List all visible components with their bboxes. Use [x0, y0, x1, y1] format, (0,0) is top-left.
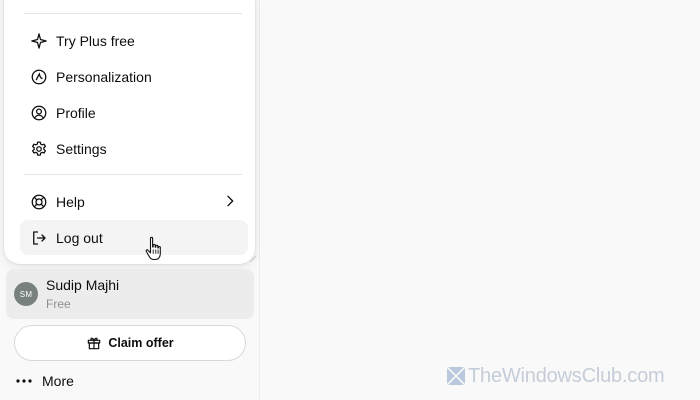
- watermark-text: TheWindowsClub.com: [468, 364, 665, 387]
- user-name: Sudip Majhi: [46, 277, 120, 293]
- avatar: SM: [14, 282, 38, 306]
- menu-item-label: Log out: [56, 229, 103, 246]
- lifebuoy-icon: [29, 192, 49, 212]
- user-plan: Free: [46, 297, 71, 311]
- menu-divider-bottom: [24, 174, 242, 175]
- menu-item-personalization[interactable]: Personalization: [20, 59, 248, 94]
- windows-club-logo-icon: [446, 366, 466, 386]
- menu-item-label: Profile: [56, 104, 96, 121]
- more-button[interactable]: More: [14, 370, 74, 392]
- more-label: More: [42, 373, 74, 389]
- menu-item-label: Try Plus free: [56, 32, 135, 49]
- resize-handle-icon: [249, 250, 257, 263]
- menu-item-label: Settings: [56, 140, 107, 157]
- claim-offer-label: Claim offer: [108, 336, 174, 350]
- menu-divider-top: [24, 13, 242, 14]
- menu-item-help[interactable]: Help: [20, 184, 248, 219]
- logout-icon: [29, 228, 49, 248]
- gift-icon: [86, 335, 102, 351]
- user-account-button[interactable]: SM Sudip Majhi Free: [6, 269, 254, 319]
- menu-item-label: Help: [56, 193, 85, 210]
- sidebar: Try Plus free Personalization Profile Se…: [0, 0, 260, 400]
- personalization-icon: [29, 67, 49, 87]
- menu-item-profile[interactable]: Profile: [20, 95, 248, 130]
- gear-icon: [29, 139, 49, 159]
- chevron-right-icon: [222, 193, 238, 209]
- account-menu-popup: Try Plus free Personalization Profile Se…: [4, 0, 255, 264]
- menu-item-settings[interactable]: Settings: [20, 131, 248, 166]
- profile-icon: [29, 103, 49, 123]
- sparkle-icon: [29, 31, 49, 51]
- menu-item-label: Personalization: [56, 68, 152, 85]
- ellipsis-icon: [14, 371, 34, 391]
- menu-item-log-out[interactable]: Log out: [20, 220, 248, 255]
- hand-pointer-cursor-icon: [144, 236, 164, 262]
- claim-offer-button[interactable]: Claim offer: [14, 325, 246, 361]
- watermark: TheWindowsClub.com: [446, 364, 665, 387]
- main-content-area: [260, 0, 700, 400]
- menu-item-try-plus[interactable]: Try Plus free: [20, 23, 248, 58]
